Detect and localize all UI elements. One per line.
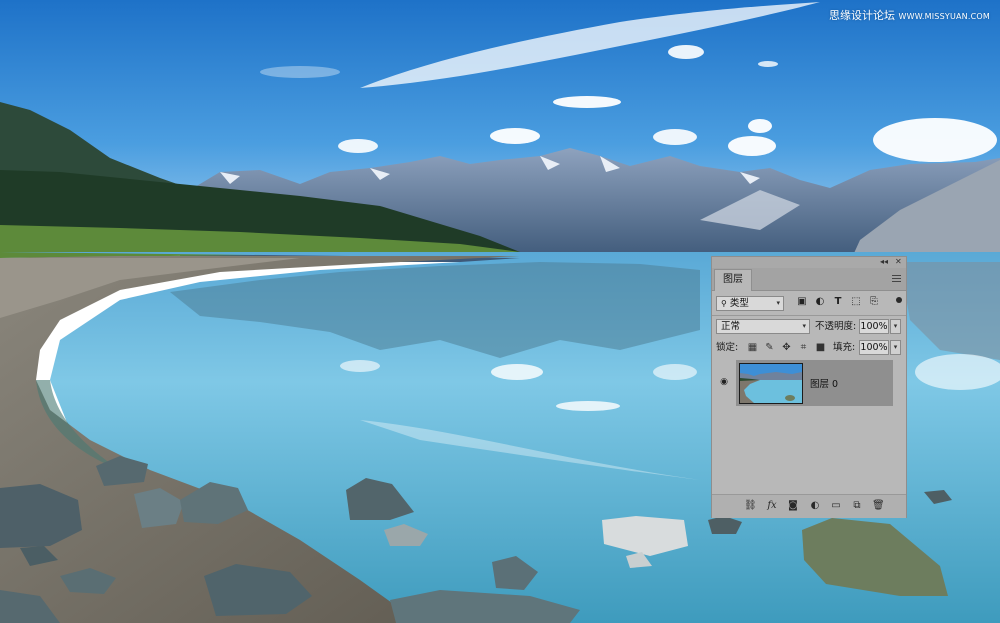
collapse-panel-icon[interactable]: ◂◂ — [880, 257, 888, 267]
image-filter-icon[interactable]: ▣ — [796, 296, 808, 308]
add-mask-icon[interactable]: ◙ — [787, 500, 799, 512]
opacity-slider-button[interactable]: ▾ — [890, 319, 901, 334]
delete-layer-icon[interactable]: 🗑 — [872, 500, 885, 512]
lock-image-pixels-icon[interactable]: ✎ — [764, 340, 775, 355]
opacity-label: 不透明度: — [815, 321, 857, 332]
tab-layers[interactable]: 图层 — [714, 269, 752, 291]
adjustment-filter-icon[interactable]: ◐ — [814, 296, 826, 308]
site-watermark: 思缘设计论坛 WWW.MISSYUAN.COM — [829, 7, 990, 23]
lock-artboard-icon[interactable]: ⌗ — [798, 340, 809, 355]
smart-object-filter-icon[interactable]: ⎘ — [868, 296, 880, 308]
opacity-field[interactable]: 100% — [859, 319, 889, 334]
filter-kind-label: 类型 — [729, 298, 749, 309]
panel-menu-icon[interactable] — [892, 275, 901, 284]
close-panel-icon[interactable]: ✕ — [895, 257, 902, 267]
layers-list: ◉ 图层 0 — [712, 358, 906, 494]
link-layers-icon[interactable]: ⛓ — [744, 500, 757, 512]
fx-icon[interactable]: fx — [766, 500, 778, 512]
watermark-url: WWW.MISSYUAN.COM — [898, 12, 990, 21]
panel-tab-row: 图层 — [712, 268, 906, 291]
shape-filter-icon[interactable]: ⬚ — [850, 296, 862, 308]
panel-footer: ⛓ fx ◙ ◐ ▭ ⧉ 🗑 — [712, 494, 906, 518]
new-adjustment-layer-icon[interactable]: ◐ — [809, 500, 821, 512]
eye-icon[interactable]: ◉ — [718, 377, 730, 387]
blend-mode-select[interactable]: 正常 ▾ — [716, 319, 810, 334]
type-filter-icon[interactable]: T — [832, 296, 844, 308]
blend-opacity-row: 正常 ▾ 不透明度: 100% ▾ — [712, 316, 906, 338]
new-group-icon[interactable]: ▭ — [830, 500, 842, 512]
panel-titlebar: ◂◂ ✕ — [712, 257, 906, 268]
lock-fill-row: 锁定: ▦ ✎ ✥ ⌗ ■ 填充: 100% ▾ — [712, 337, 906, 359]
filter-toggle[interactable] — [896, 297, 902, 303]
lock-label: 锁定: — [716, 342, 739, 353]
blend-mode-value: 正常 — [721, 321, 741, 332]
fill-slider-button[interactable]: ▾ — [890, 340, 901, 355]
fill-label: 填充: — [833, 342, 856, 353]
layers-panel: ◂◂ ✕ 图层 ⚲ 类型 ▾ ▣ ◐ T ⬚ ⎘ 正常 ▾ 不透明度: 100%… — [711, 256, 907, 518]
filter-kind-select[interactable]: ⚲ 类型 ▾ — [716, 296, 784, 311]
chevron-down-icon: ▾ — [776, 299, 780, 307]
lock-position-icon[interactable]: ✥ — [781, 340, 792, 355]
search-icon: ⚲ — [721, 299, 727, 308]
chevron-down-icon: ▾ — [802, 322, 806, 330]
lock-all-icon[interactable]: ■ — [815, 340, 826, 355]
watermark-cn: 思缘设计论坛 — [828, 9, 895, 22]
layer-thumbnail — [739, 363, 803, 404]
filter-row: ⚲ 类型 ▾ ▣ ◐ T ⬚ ⎘ — [712, 293, 906, 315]
new-layer-icon[interactable]: ⧉ — [851, 500, 863, 512]
layer-name: 图层 0 — [810, 379, 839, 390]
lock-transparent-pixels-icon[interactable]: ▦ — [747, 340, 758, 355]
layer-row[interactable]: 图层 0 — [736, 360, 893, 406]
fill-field[interactable]: 100% — [859, 340, 889, 355]
